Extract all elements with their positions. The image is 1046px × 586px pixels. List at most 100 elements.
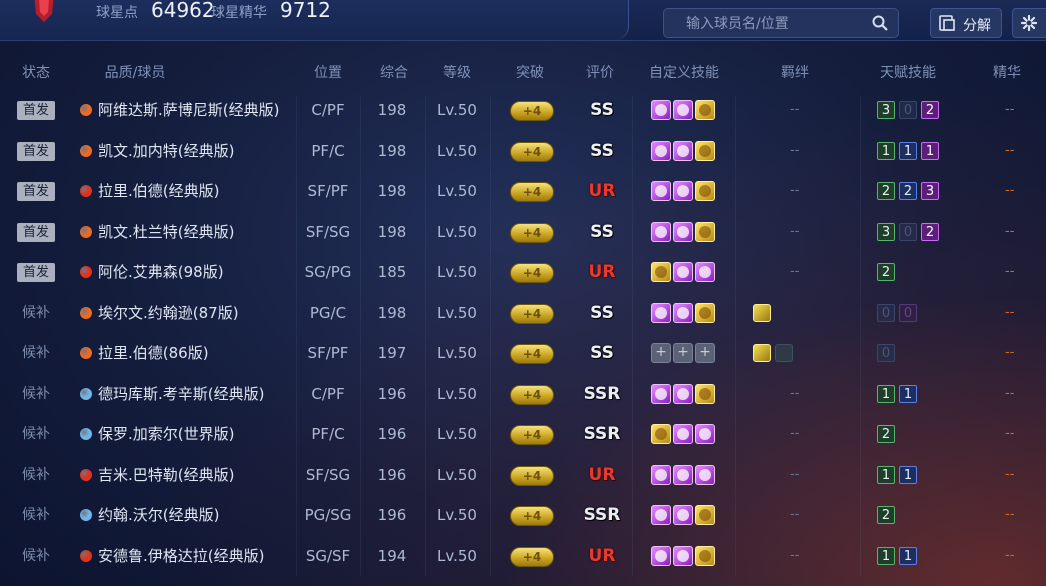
table-row[interactable]: 首发 凯文.加内特(经典版) PF/C 198 Lv.50 +4 SS -- 1 1 1 --: [0, 131, 1046, 171]
search-box[interactable]: [663, 8, 899, 39]
add-skill-icon[interactable]: +: [651, 343, 671, 363]
status-sub: 候补: [22, 507, 50, 523]
quality-dot: [80, 185, 92, 197]
skill-icon[interactable]: [651, 505, 671, 525]
skill-icon[interactable]: [673, 221, 693, 242]
skill-icon[interactable]: [673, 505, 693, 525]
skill-icon[interactable]: [651, 221, 671, 242]
skill-icon[interactable]: [695, 464, 715, 485]
skill-glyph: [699, 549, 711, 562]
level: Lv.50: [437, 141, 477, 160]
quality-dot: [80, 225, 92, 238]
skill-glyph: [677, 549, 689, 562]
essence-value: --: [1005, 507, 1015, 522]
player-name[interactable]: 拉里.伯德(86版): [98, 333, 209, 373]
talent-level: 2: [877, 182, 895, 200]
player-name[interactable]: 约翰.沃尔(经典版): [98, 495, 219, 535]
skill-icon[interactable]: [695, 302, 715, 323]
skill-glyph: [699, 387, 711, 400]
skill-icon[interactable]: [673, 181, 693, 201]
bond-icon[interactable]: [753, 303, 771, 322]
table-row[interactable]: 首发 阿伦.艾弗森(98版) SG/PG 185 Lv.50 +4 UR -- 2 --: [0, 252, 1046, 292]
skill-icon[interactable]: [651, 100, 671, 120]
player-name[interactable]: 德玛库斯.考辛斯(经典版): [98, 374, 264, 414]
skill-icon[interactable]: [673, 100, 693, 120]
skill-glyph: [655, 468, 667, 481]
skill-icon[interactable]: [695, 505, 715, 525]
search-input[interactable]: [684, 9, 868, 39]
quality-dot: [80, 306, 92, 319]
overall: 198: [377, 222, 407, 241]
skill-glyph: [655, 144, 667, 157]
quality-dot: [80, 144, 92, 157]
essence-value: --: [1005, 385, 1015, 401]
table-row[interactable]: 首发 拉里.伯德(经典版) SF/PF 198 Lv.50 +4 UR -- 2 2 3 --: [0, 171, 1046, 211]
talent-level: 0: [877, 303, 895, 322]
player-name[interactable]: 阿伦.艾弗森(98版): [98, 252, 224, 292]
player-name[interactable]: 拉里.伯德(经典版): [98, 171, 219, 211]
skill-icon[interactable]: [651, 424, 671, 444]
table-row[interactable]: 候补 约翰.沃尔(经典版) PG/SG 196 Lv.50 +4 SSR -- 2 --: [0, 495, 1046, 535]
essence-value: --: [1005, 304, 1015, 320]
skill-icon[interactable]: [651, 545, 671, 566]
status-sub: 候补: [22, 426, 50, 442]
status-badge-starter: 首发: [17, 182, 55, 201]
bond-icon[interactable]: [753, 344, 771, 362]
player-name[interactable]: 保罗.加索尔(世界版): [98, 414, 234, 454]
player-name[interactable]: 凯文.加内特(经典版): [98, 131, 234, 171]
add-skill-icon[interactable]: +: [673, 343, 693, 363]
settings-button[interactable]: [1012, 8, 1046, 38]
talent-level: 1: [877, 465, 895, 484]
table-row[interactable]: 候补 埃尔文.约翰逊(87版) PG/C 198 Lv.50 +4 SS 0 0 --: [0, 293, 1046, 333]
skill-icon[interactable]: [651, 262, 671, 282]
level: Lv.50: [437, 263, 477, 281]
status-badge-starter: 首发: [17, 101, 55, 120]
player-name[interactable]: 埃尔文.约翰逊(87版): [98, 293, 239, 333]
player-name[interactable]: 吉米.巴特勒(经典版): [98, 455, 234, 495]
table-row[interactable]: 候补 拉里.伯德(86版) SF/PF 197 Lv.50 +4 SS + + +0 --: [0, 333, 1046, 373]
skill-icon[interactable]: [695, 100, 715, 120]
level: Lv.50: [437, 101, 477, 119]
skill-icon[interactable]: [673, 302, 693, 323]
essence-value: --: [1005, 142, 1015, 158]
table-row[interactable]: 候补 德玛库斯.考辛斯(经典版) C/PF 196 Lv.50 +4 SSR -- 1 1 --: [0, 374, 1046, 414]
skill-icon[interactable]: [673, 424, 693, 444]
table-row[interactable]: 首发 阿维达斯.萨博尼斯(经典版) C/PF 198 Lv.50 +4 SS -- 3 0 2 --: [0, 90, 1046, 130]
skill-icon[interactable]: [673, 464, 693, 485]
skill-icon[interactable]: [651, 464, 671, 485]
skill-glyph: [655, 428, 667, 440]
breakthrough-badge: +4: [510, 303, 554, 324]
table-row[interactable]: 候补 安德鲁.伊格达拉(经典版) SG/SF 194 Lv.50 +4 UR -- 1 1 --: [0, 536, 1046, 576]
skill-icon[interactable]: [673, 545, 693, 566]
skill-icon[interactable]: [695, 221, 715, 242]
table-row[interactable]: 候补 吉米.巴特勒(经典版) SF/SG 196 Lv.50 +4 UR -- 1 1 --: [0, 455, 1046, 495]
skill-icon[interactable]: [695, 262, 715, 282]
skill-icon[interactable]: [695, 424, 715, 444]
skill-icon[interactable]: [673, 262, 693, 282]
skill-icon[interactable]: [695, 383, 715, 404]
bond-icon[interactable]: [775, 344, 793, 362]
skill-icon[interactable]: [651, 140, 671, 161]
skill-icon[interactable]: [695, 545, 715, 566]
decompose-button[interactable]: 分解: [930, 8, 1002, 38]
search-icon[interactable]: [872, 15, 888, 31]
skill-icon[interactable]: [695, 181, 715, 201]
bond-empty: --: [790, 142, 800, 158]
skill-glyph: [677, 266, 689, 278]
player-name[interactable]: 安德鲁.伊格达拉(经典版): [98, 536, 264, 576]
skill-icon[interactable]: [695, 140, 715, 161]
breakthrough-badge: +4: [510, 101, 554, 121]
player-name[interactable]: 凯文.杜兰特(经典版): [98, 212, 234, 252]
add-skill-icon[interactable]: +: [695, 343, 715, 363]
table-row[interactable]: 候补 保罗.加索尔(世界版) PF/C 196 Lv.50 +4 SSR -- 2 --: [0, 414, 1046, 454]
table-row[interactable]: 首发 凯文.杜兰特(经典版) SF/SG 198 Lv.50 +4 SS -- 3 0 2 --: [0, 212, 1046, 252]
skill-icon[interactable]: [651, 302, 671, 323]
level: Lv.50: [437, 222, 477, 241]
col-talent-skills-header: 天赋技能: [880, 65, 936, 81]
skill-icon[interactable]: [673, 140, 693, 161]
skill-icon[interactable]: [673, 383, 693, 404]
bond-empty: --: [790, 547, 800, 563]
skill-icon[interactable]: [651, 181, 671, 201]
skill-icon[interactable]: [651, 383, 671, 404]
player-name[interactable]: 阿维达斯.萨博尼斯(经典版): [98, 90, 279, 130]
